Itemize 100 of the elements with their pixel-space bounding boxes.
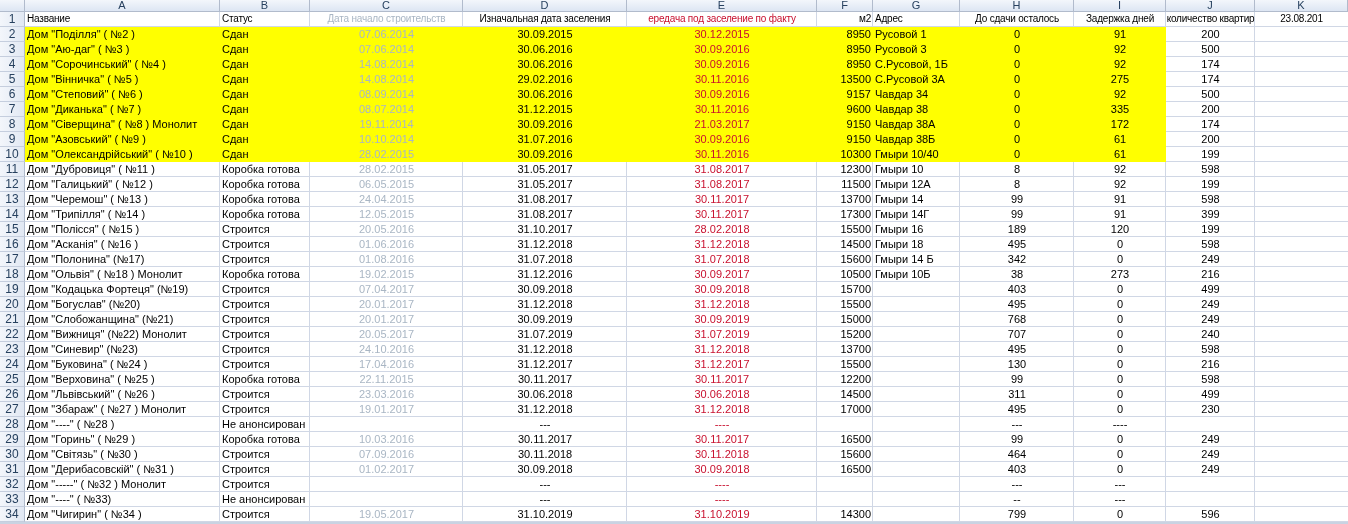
table-cell: Дом "Олександрійський" ( №10 ) — [25, 147, 220, 162]
row-header[interactable]: 3 — [0, 42, 25, 57]
table-cell-text: 598 — [1200, 162, 1221, 177]
row-header[interactable]: 4 — [0, 57, 25, 72]
row-header[interactable]: 24 — [0, 357, 25, 372]
table-cell: 31.07.2016 — [463, 132, 627, 147]
table-cell-text: 596 — [1200, 507, 1221, 522]
table-cell-text: Строится — [221, 477, 271, 492]
table-cell-text: ---- — [713, 492, 731, 507]
column-header[interactable]: I — [1074, 0, 1166, 12]
table-cell-text: 99 — [1009, 207, 1025, 222]
table-cell: 92 — [1074, 87, 1166, 102]
table-cell-text: 0 — [1115, 387, 1125, 402]
column-header[interactable]: D — [463, 0, 627, 12]
table-cell: 13500 — [817, 72, 873, 87]
row-header[interactable]: 14 — [0, 207, 25, 222]
table-cell-text: Дом "Горинь" ( №29 ) — [26, 432, 137, 447]
table-cell-text: Дом "Вижниця" (№22) Монолит — [26, 327, 188, 342]
table-cell-text: 174 — [1200, 117, 1221, 132]
row-header[interactable]: 20 — [0, 297, 25, 312]
column-header[interactable]: H — [960, 0, 1074, 12]
column-header[interactable]: B — [220, 0, 310, 12]
table-cell: 10300 — [817, 147, 873, 162]
table-cell-text: 12200 — [839, 372, 872, 387]
table-cell-text: Дом "Слобожанщина" (№21) — [26, 312, 175, 327]
table-cell: 30.12.2015 — [627, 27, 817, 42]
table-cell-text: 31.12.2018 — [516, 402, 574, 417]
table-cell-text: Дом "Трипілля" ( №14 ) — [26, 207, 147, 222]
column-header[interactable]: G — [873, 0, 960, 12]
row-header[interactable]: 19 — [0, 282, 25, 297]
row-header[interactable]: 31 — [0, 462, 25, 477]
row-header[interactable]: 8 — [0, 117, 25, 132]
table-cell-text: Дом "Львівський" ( №26 ) — [26, 387, 156, 402]
row-header[interactable]: 6 — [0, 87, 25, 102]
table-cell: Дом "Поділля" ( №2 ) — [25, 27, 220, 42]
row-header[interactable]: 17 — [0, 252, 25, 267]
header-cell-text: количество квартир — [1166, 12, 1255, 26]
table-cell: С.Русовой 3А — [873, 72, 960, 87]
table-cell-text: Дом "Кодацька Фортеця" (№19) — [26, 282, 190, 297]
table-cell-text: 598 — [1200, 372, 1221, 387]
column-header[interactable]: A — [25, 0, 220, 12]
table-cell-text: 15700 — [839, 282, 872, 297]
table-cell-text: 31.08.2017 — [516, 192, 574, 207]
row-header[interactable]: 32 — [0, 477, 25, 492]
table-cell: 28.02.2015 — [310, 147, 463, 162]
row-header[interactable]: 9 — [0, 132, 25, 147]
table-cell-text: 31.12.2018 — [693, 402, 751, 417]
column-header[interactable]: F — [817, 0, 873, 12]
column-header[interactable]: E — [627, 0, 817, 12]
row-header[interactable]: 5 — [0, 72, 25, 87]
row-header[interactable]: 16 — [0, 237, 25, 252]
table-cell-text: 31.12.2018 — [693, 297, 751, 312]
row-header[interactable]: 21 — [0, 312, 25, 327]
row-header[interactable]: 22 — [0, 327, 25, 342]
table-cell-text: Гмыри 10 — [874, 162, 925, 177]
table-cell: 07.06.2014 — [310, 42, 463, 57]
table-cell: 30.11.2016 — [627, 102, 817, 117]
row-header[interactable]: 33 — [0, 492, 25, 507]
table-cell-text: 31.08.2017 — [693, 162, 751, 177]
table-cell: 9157 — [817, 87, 873, 102]
table-cell: 30.09.2016 — [627, 57, 817, 72]
column-header[interactable]: J — [1166, 0, 1255, 12]
table-cell-text: 174 — [1200, 57, 1221, 72]
row-header[interactable]: 2 — [0, 27, 25, 42]
table-cell: Дом "Сорочинський" ( №4 ) — [25, 57, 220, 72]
row-header[interactable]: 15 — [0, 222, 25, 237]
row-header[interactable]: 28 — [0, 417, 25, 432]
table-cell-text: 15600 — [839, 252, 872, 267]
row-header[interactable]: 27 — [0, 402, 25, 417]
select-all-corner[interactable] — [0, 0, 25, 12]
table-cell-text: Строится — [221, 327, 271, 342]
table-cell-text: 10.03.2016 — [357, 432, 416, 447]
row-header[interactable]: 18 — [0, 267, 25, 282]
table-cell-text: Дом "----" ( №28 ) — [26, 417, 116, 432]
table-cell-text: 28.02.2018 — [693, 222, 751, 237]
row-header[interactable]: 23 — [0, 342, 25, 357]
row-header[interactable]: 34 — [0, 507, 25, 522]
table-cell-text: 707 — [1006, 327, 1028, 342]
column-header[interactable]: K — [1255, 0, 1348, 12]
row-header[interactable]: 29 — [0, 432, 25, 447]
row-header[interactable]: 11 — [0, 162, 25, 177]
table-cell-text: Строится — [221, 312, 271, 327]
table-cell: Дом "Вінничка" ( №5 ) — [25, 72, 220, 87]
row-header[interactable]: 10 — [0, 147, 25, 162]
table-cell-text: 19.01.2017 — [357, 402, 416, 417]
row-header[interactable]: 26 — [0, 387, 25, 402]
column-header[interactable]: C — [310, 0, 463, 12]
row-header[interactable]: 1 — [0, 12, 25, 27]
table-cell-text: 07.09.2016 — [357, 447, 416, 462]
row-header[interactable]: 12 — [0, 177, 25, 192]
header-cell-text: ередача под заселение по факту — [647, 12, 797, 26]
row-header[interactable]: 30 — [0, 447, 25, 462]
row-header[interactable]: 25 — [0, 372, 25, 387]
row-header[interactable]: 7 — [0, 102, 25, 117]
header-cell-text: До сдачи осталось — [974, 12, 1060, 26]
table-cell-text: 06.05.2015 — [357, 177, 416, 192]
table-cell-text: ---- — [713, 417, 731, 432]
row-header[interactable]: 13 — [0, 192, 25, 207]
table-cell-text: 30.09.2018 — [693, 462, 751, 477]
table-cell: 275 — [1074, 72, 1166, 87]
